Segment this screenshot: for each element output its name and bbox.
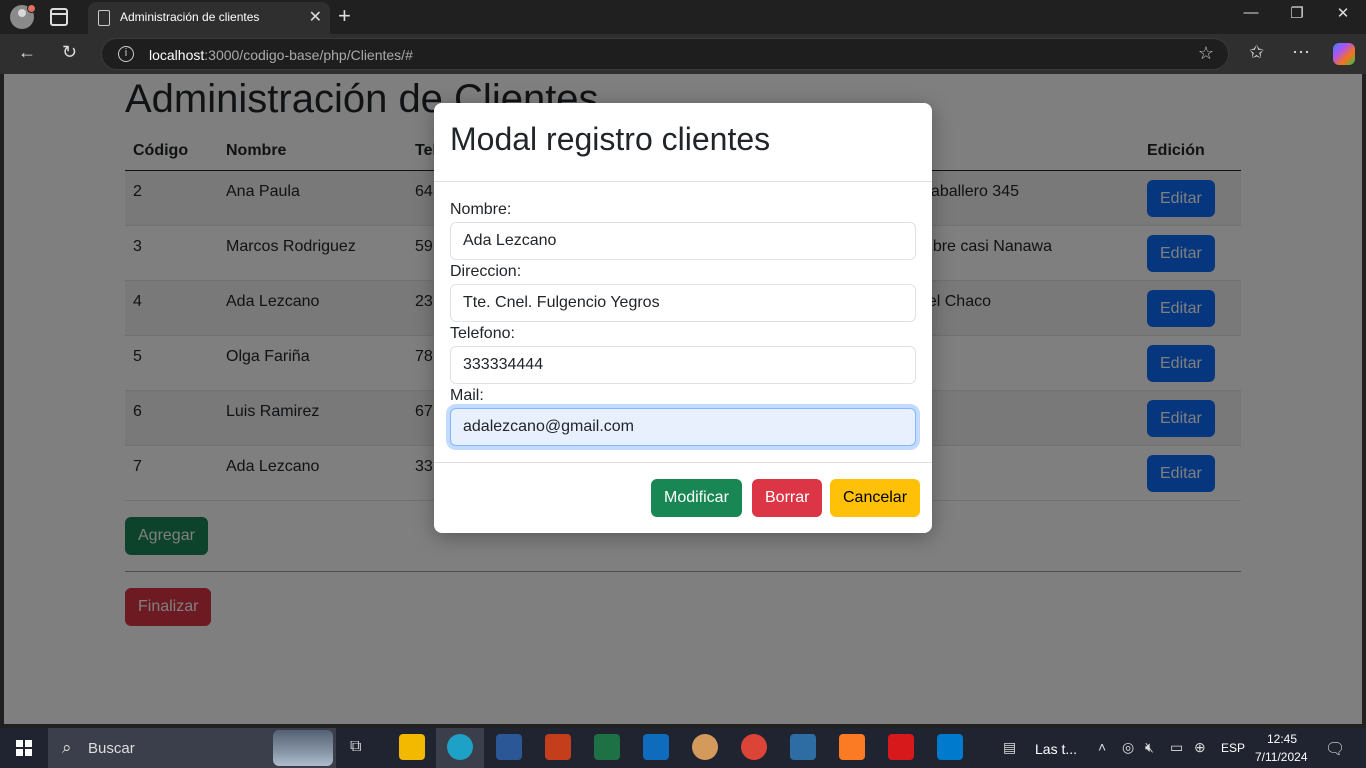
address-bar[interactable]: i localhost:3000/codigo-base/php/Cliente… <box>101 38 1229 70</box>
direccion-input[interactable]: Tte. Cnel. Fulgencio Yegros <box>450 284 916 322</box>
mail-icon[interactable] <box>643 734 669 760</box>
network-globe-icon[interactable]: ⊕ <box>1194 739 1206 756</box>
excel-icon[interactable] <box>594 734 620 760</box>
modal-title: Modal registro clientes <box>450 121 771 157</box>
delete-button[interactable]: Borrar <box>752 479 823 517</box>
task-view-icon[interactable]: ⧉ <box>350 738 361 756</box>
clock-date[interactable]: 7/11/2024 <box>1255 750 1308 764</box>
file-explorer-icon[interactable] <box>399 734 425 760</box>
vscode-icon[interactable] <box>937 734 963 760</box>
search-icon: ⌕ <box>62 738 72 757</box>
tab-actions-icon[interactable] <box>50 8 68 26</box>
windows-taskbar: ⌕ Buscar ⧉ ▤ Las t... ˄ ◎ 🔇︎ ▭ ⊕ ESP 12:… <box>0 728 1366 768</box>
camera-icon[interactable]: ◎ <box>1122 739 1134 756</box>
mail-input[interactable]: adalezcano@gmail.com <box>450 408 916 446</box>
search-placeholder: Buscar <box>88 740 135 757</box>
show-hidden-icons-icon[interactable]: ˄ <box>1098 739 1106 755</box>
volume-muted-icon[interactable]: 🔇︎ <box>1145 739 1154 756</box>
xampp-icon[interactable] <box>839 734 865 760</box>
profile-avatar-icon[interactable] <box>10 4 36 29</box>
more-menu-icon[interactable]: ⋯ <box>1292 42 1310 63</box>
news-widget-icon[interactable]: ▤ <box>1003 739 1016 756</box>
news-widget-text[interactable]: Las t... <box>1035 741 1077 757</box>
modal-footer: Modificar Borrar Cancelar <box>434 462 932 533</box>
modal-header: Modal registro clientes <box>434 103 932 182</box>
direccion-label: Direccion: <box>450 263 522 280</box>
mail-label: Mail: <box>450 387 484 404</box>
copilot-icon[interactable] <box>1333 43 1355 65</box>
reload-icon[interactable]: ↻ <box>62 42 77 63</box>
cancel-button[interactable]: Cancelar <box>830 479 921 517</box>
mysql-workbench-icon[interactable] <box>790 734 816 760</box>
page-favicon-icon <box>98 10 110 26</box>
browser-titlebar: Administración de clientes ✕ + — ❐ ✕ <box>0 0 1366 34</box>
browser-tab[interactable]: Administración de clientes ✕ <box>88 2 330 34</box>
chrome-icon[interactable] <box>741 734 767 760</box>
taskbar-search[interactable]: ⌕ Buscar <box>48 728 336 768</box>
clock-time[interactable]: 12:45 <box>1267 732 1297 746</box>
url-path: :3000/codigo-base/php/Clientes/# <box>204 47 413 63</box>
site-info-icon[interactable]: i <box>118 46 134 62</box>
favorite-star-icon[interactable]: ☆ <box>1198 43 1214 64</box>
minimize-icon[interactable]: — <box>1228 4 1274 21</box>
url-host: localhost <box>149 47 205 63</box>
language-indicator[interactable]: ESP <box>1221 741 1245 755</box>
tab-title: Administración de clientes <box>120 10 260 24</box>
paint-icon[interactable] <box>692 734 718 760</box>
restore-icon[interactable]: ❐ <box>1274 4 1320 22</box>
acrobat-icon[interactable] <box>888 734 914 760</box>
telefono-label: Telefono: <box>450 325 515 342</box>
client-modal: Modal registro clientes Nombre: Ada Lezc… <box>434 103 932 533</box>
windows-start-icon[interactable] <box>16 740 32 756</box>
favorites-icon[interactable]: ✩ <box>1249 42 1264 63</box>
close-window-icon[interactable]: ✕ <box>1320 4 1366 22</box>
edge-browser-icon[interactable] <box>447 734 473 760</box>
word-icon[interactable] <box>496 734 522 760</box>
telefono-input[interactable]: 333334444 <box>450 346 916 384</box>
nombre-label: Nombre: <box>450 201 512 218</box>
powerpoint-icon[interactable] <box>545 734 571 760</box>
nombre-input[interactable]: Ada Lezcano <box>450 222 916 260</box>
browser-toolbar: ← ↻ i localhost:3000/codigo-base/php/Cli… <box>0 34 1366 74</box>
modify-button[interactable]: Modificar <box>651 479 742 517</box>
battery-icon[interactable]: ▭ <box>1170 739 1183 756</box>
back-icon[interactable]: ← <box>18 42 36 63</box>
search-highlight-image <box>273 730 333 766</box>
close-tab-icon[interactable]: ✕ <box>309 7 322 27</box>
new-tab-icon[interactable]: + <box>338 3 351 29</box>
page-viewport: Administración de Clientes Código Nombre… <box>4 74 1362 724</box>
notifications-icon[interactable]: 🗨︎ <box>1325 739 1345 759</box>
url-text[interactable]: localhost:3000/codigo-base/php/Clientes/… <box>149 47 413 63</box>
